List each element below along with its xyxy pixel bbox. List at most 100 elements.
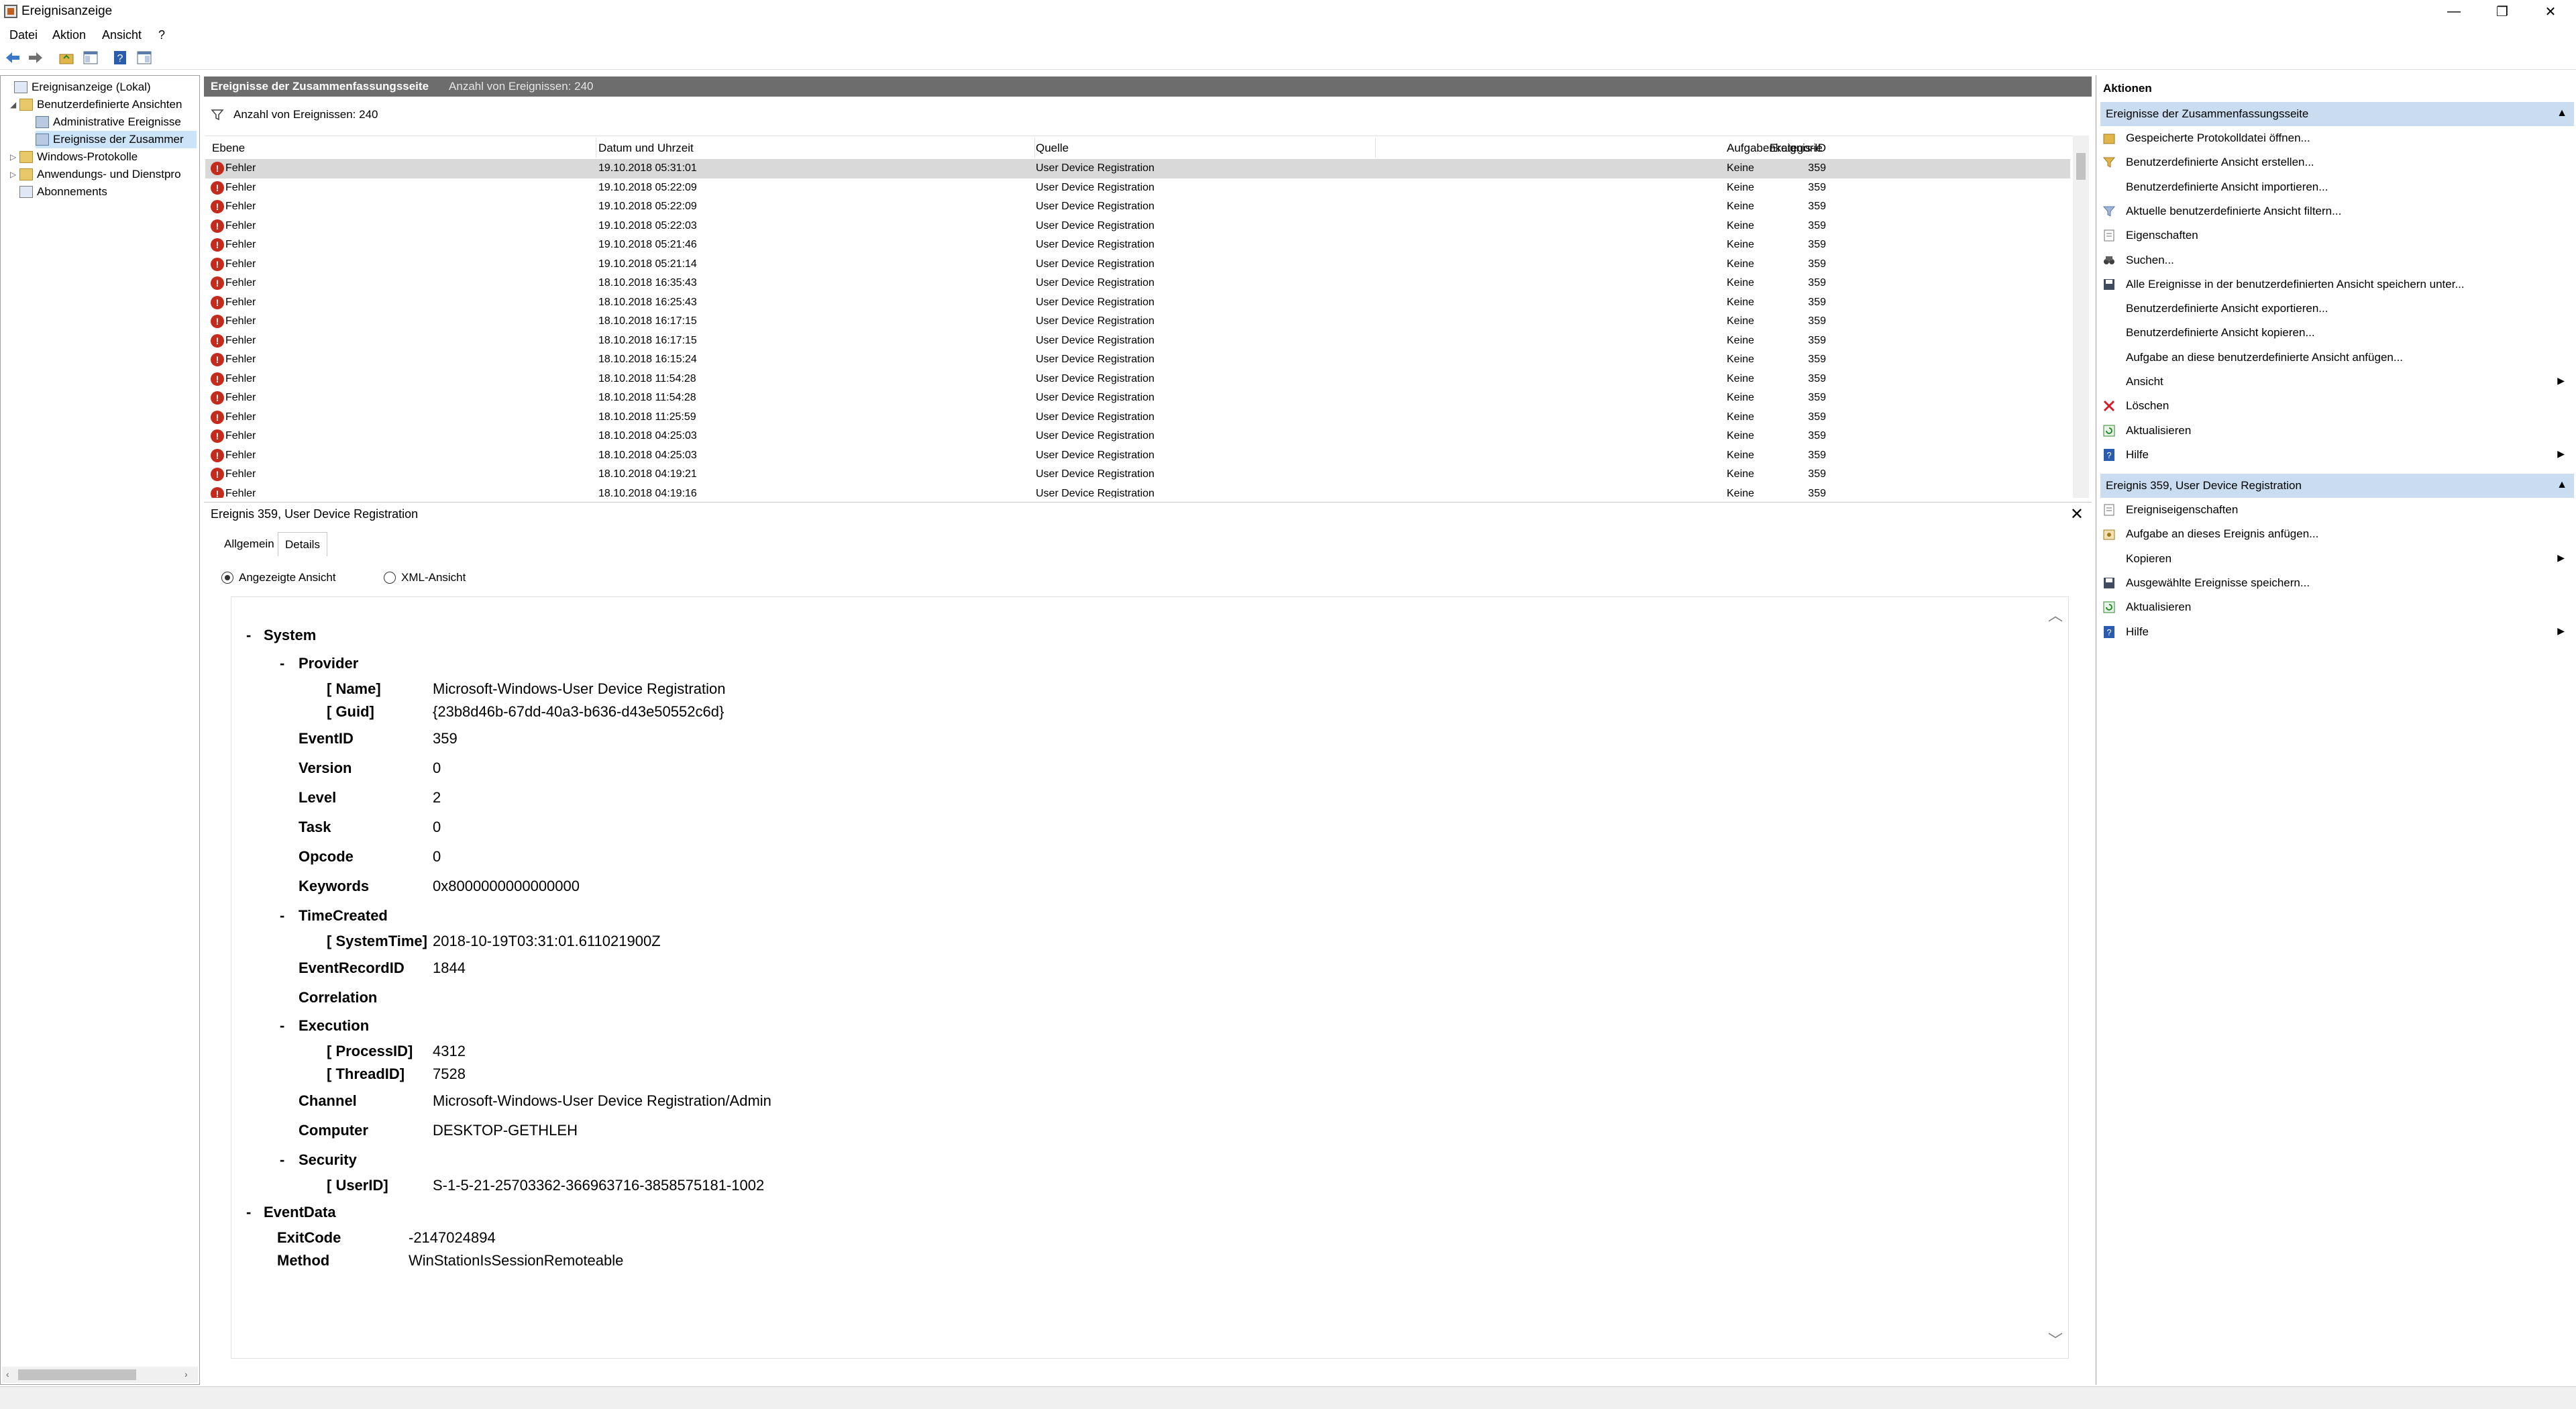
table-row[interactable]: ! Fehler 18.10.2018 16:17:15 User Device Re… xyxy=(205,312,2070,331)
table-row[interactable]: ! Fehler 18.10.2018 11:25:59 User Device Re… xyxy=(205,408,2070,427)
radio-xml-view[interactable]: XML-Ansicht xyxy=(384,571,466,584)
collapse-execution-toggle[interactable]: - xyxy=(280,1017,284,1035)
action-benutzerdefinierte-ansicht-erstellen[interactable]: Benutzerdefinierte Ansicht erstellen... xyxy=(2102,150,2574,174)
collapse-provider-toggle[interactable]: - xyxy=(280,655,284,672)
tree-item-subscriptions[interactable]: Abonnements xyxy=(19,183,107,201)
table-row[interactable]: ! Fehler 18.10.2018 11:54:28 User Device Re… xyxy=(205,388,2070,408)
action-hilfe[interactable]: ? Hilfe ▶ xyxy=(2102,443,2574,467)
table-row[interactable]: ! Fehler 19.10.2018 05:22:03 User Device Re… xyxy=(205,217,2070,236)
xml-node-provider: Provider xyxy=(299,655,359,672)
scroll-left-icon[interactable]: ‹ xyxy=(6,1369,9,1379)
action-kopieren[interactable]: Kopieren ▶ xyxy=(2102,547,2574,571)
table-row[interactable]: ! Fehler 18.10.2018 16:35:43 User Device Re… xyxy=(205,274,2070,293)
tree-item-summary-events[interactable]: Ereignisse der Zusammer xyxy=(36,131,197,148)
action-hilfe[interactable]: ? Hilfe ▶ xyxy=(2102,620,2574,644)
action-eigenschaften[interactable]: Eigenschaften xyxy=(2102,223,2574,248)
restore-button[interactable]: ❐ xyxy=(2482,0,2522,23)
scroll-right-icon[interactable]: › xyxy=(184,1369,188,1379)
action-aktuelle-benutzerdefinierte-ansicht-filtern[interactable]: Aktuelle benutzerdefinierte Ansicht filt… xyxy=(2102,199,2574,223)
table-row[interactable]: ! Fehler 18.10.2018 04:19:16 User Device Re… xyxy=(205,484,2070,498)
scroll-up-icon[interactable]: ︿ xyxy=(2048,604,2063,625)
cell-source: User Device Registration xyxy=(1036,219,1155,231)
table-row[interactable]: ! Fehler 19.10.2018 05:31:01 User Device Re… xyxy=(205,159,2070,178)
forward-arrow-icon[interactable] xyxy=(27,49,44,66)
blank-icon xyxy=(2102,350,2116,365)
scrollbar-thumb[interactable] xyxy=(18,1369,136,1380)
xml-attr-userid: [ UserID] xyxy=(327,1177,388,1194)
collapse-timecreated-toggle[interactable]: - xyxy=(280,907,284,925)
radio-friendly-view[interactable]: Angezeigte Ansicht xyxy=(221,571,336,584)
collapse-eventdata-toggle[interactable]: - xyxy=(246,1204,251,1221)
cell-level: Fehler xyxy=(225,239,256,250)
table-row[interactable]: ! Fehler 18.10.2018 04:19:21 User Device Re… xyxy=(205,465,2070,484)
column-header-date[interactable]: Datum und Uhrzeit xyxy=(598,142,694,155)
tab-allgemein[interactable]: Allgemein xyxy=(217,532,281,556)
action-gespeicherte-protokolldatei-öffnen[interactable]: Gespeicherte Protokolldatei öffnen... xyxy=(2102,126,2574,150)
collapse-system-toggle[interactable]: - xyxy=(246,627,251,644)
scrollbar-thumb[interactable] xyxy=(2076,153,2086,180)
menu-help[interactable]: ? xyxy=(158,28,165,42)
expand-arrow-icon[interactable]: ▷ xyxy=(10,170,19,179)
action-aktualisieren[interactable]: Aktualisieren xyxy=(2102,419,2574,443)
action-benutzerdefinierte-ansicht-importieren[interactable]: Benutzerdefinierte Ansicht importieren..… xyxy=(2102,175,2574,199)
action-ausgewählte-ereignisse-speichern[interactable]: Ausgewählte Ereignisse speichern... xyxy=(2102,571,2574,595)
tree-item-windows-logs[interactable]: ▷ Windows-Protokolle xyxy=(10,148,138,166)
table-row[interactable]: ! Fehler 19.10.2018 05:22:09 User Device Re… xyxy=(205,197,2070,217)
column-separator[interactable] xyxy=(1034,138,1035,158)
action-suchen[interactable]: Suchen... xyxy=(2102,248,2574,272)
action-ereigniseigenschaften[interactable]: Ereigniseigenschaften xyxy=(2102,498,2574,522)
action-pane-icon[interactable] xyxy=(136,49,153,66)
menu-datei[interactable]: Datei xyxy=(9,28,38,42)
collapse-security-toggle[interactable]: - xyxy=(280,1151,284,1169)
minimize-button[interactable]: — xyxy=(2434,0,2474,23)
action-aufgabe-an-diese-benutzerdefinierte-ansicht-anfügen[interactable]: Aufgabe an diese benutzerdefinierte Ansi… xyxy=(2102,346,2574,370)
tree-horizontal-scrollbar[interactable]: ‹ › xyxy=(2,1367,198,1383)
expand-arrow-icon[interactable]: ▷ xyxy=(10,152,19,162)
help-icon[interactable]: ? xyxy=(111,49,129,66)
table-row[interactable]: ! Fehler 19.10.2018 05:21:14 User Device Re… xyxy=(205,255,2070,274)
tree-item-app-service-logs[interactable]: ▷ Anwendungs- und Dienstpro xyxy=(10,166,181,183)
menu-aktion[interactable]: Aktion xyxy=(52,28,86,42)
action-löschen[interactable]: Löschen xyxy=(2102,394,2574,418)
tab-details[interactable]: Details xyxy=(278,532,327,556)
tree-item-custom-views[interactable]: ◢ Benutzerdefinierte Ansichten xyxy=(10,96,182,113)
scroll-down-icon[interactable]: ﹀ xyxy=(2048,1328,2063,1350)
table-row[interactable]: ! Fehler 18.10.2018 16:25:43 User Device Re… xyxy=(205,293,2070,313)
radio-indicator[interactable] xyxy=(221,572,233,584)
action-benutzerdefinierte-ansicht-kopieren[interactable]: Benutzerdefinierte Ansicht kopieren... xyxy=(2102,321,2574,345)
tree-item-local[interactable]: Ereignisanzeige (Lokal) xyxy=(5,79,151,96)
radio-indicator[interactable] xyxy=(384,572,396,584)
table-row[interactable]: ! Fehler 18.10.2018 11:54:28 User Device Re… xyxy=(205,370,2070,389)
events-vertical-scrollbar[interactable] xyxy=(2073,136,2089,498)
actions-section-summary[interactable]: Ereignisse der Zusammenfassungsseite ▲ xyxy=(2100,102,2574,126)
table-row[interactable]: ! Fehler 18.10.2018 04:25:03 User Device Re… xyxy=(205,446,2070,466)
table-row[interactable]: ! Fehler 18.10.2018 16:15:24 User Device Re… xyxy=(205,350,2070,370)
column-header-level[interactable]: Ebene xyxy=(212,142,245,155)
collapse-arrow-icon[interactable]: ◢ xyxy=(10,100,19,109)
close-button[interactable]: ✕ xyxy=(2530,0,2571,23)
table-row[interactable]: ! Fehler 19.10.2018 05:22:09 User Device Re… xyxy=(205,178,2070,198)
action-aufgabe-an-dieses-ereignis-anfügen[interactable]: Aufgabe an dieses Ereignis anfügen... xyxy=(2102,522,2574,546)
column-header-category[interactable]: Aufgabenkategorie xyxy=(1727,142,1823,155)
action-benutzerdefinierte-ansicht-exportieren[interactable]: Benutzerdefinierte Ansicht exportieren..… xyxy=(2102,297,2574,321)
xml-value-exitcode: -2147024894 xyxy=(409,1229,496,1246)
action-ansicht[interactable]: Ansicht ▶ xyxy=(2102,370,2574,394)
open-folder-icon[interactable] xyxy=(58,49,75,66)
event-xml-view: ︿ ﹀ - System - Provider [ Name] Microsof… xyxy=(231,596,2069,1359)
close-detail-icon[interactable]: ✕ xyxy=(2070,505,2084,524)
table-row[interactable]: ! Fehler 18.10.2018 16:17:15 User Device Re… xyxy=(205,331,2070,351)
tree-item-administrative-events[interactable]: Administrative Ereignisse xyxy=(36,113,181,131)
action-alle-ereignisse-in-der-benutzerdefinierten-ansicht-speichern-unter[interactable]: Alle Ereignisse in der benutzerdefiniert… xyxy=(2102,272,2574,297)
action-aktualisieren[interactable]: Aktualisieren xyxy=(2102,595,2574,619)
menu-ansicht[interactable]: Ansicht xyxy=(102,28,142,42)
collapse-section-icon[interactable]: ▲ xyxy=(2557,479,2567,491)
actions-section-event[interactable]: Ereignis 359, User Device Registration ▲ xyxy=(2100,474,2574,498)
table-row[interactable]: ! Fehler 19.10.2018 05:21:46 User Device Re… xyxy=(205,236,2070,255)
back-arrow-icon[interactable] xyxy=(4,49,21,66)
collapse-section-icon[interactable]: ▲ xyxy=(2557,107,2567,119)
table-row[interactable]: ! Fehler 18.10.2018 04:25:03 User Device Re… xyxy=(205,427,2070,446)
column-header-source[interactable]: Quelle xyxy=(1036,142,1069,155)
column-separator[interactable] xyxy=(1375,138,1376,158)
console-tree-icon[interactable] xyxy=(82,49,99,66)
cell-date: 19.10.2018 05:22:09 xyxy=(598,181,697,193)
